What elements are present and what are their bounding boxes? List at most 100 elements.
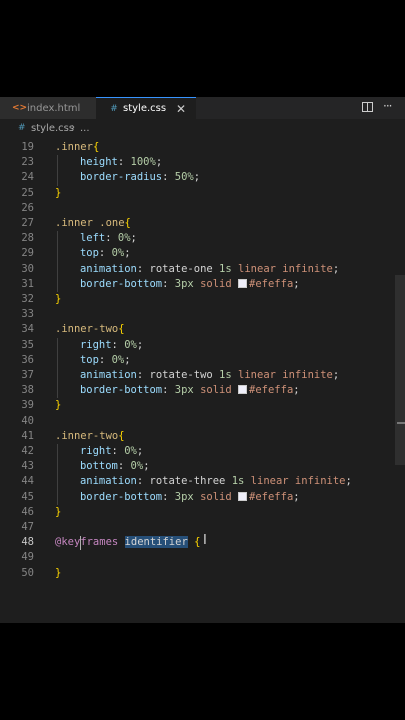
code-token: rotate-three <box>149 475 232 488</box>
code-line[interactable]: 46} <box>0 505 395 520</box>
code-token: 3px <box>174 490 194 503</box>
code-token: 1s <box>219 262 232 275</box>
tab-label: index.html <box>27 102 81 114</box>
scrollbar-thumb[interactable] <box>395 275 405 465</box>
code-line[interactable]: 30 animation: rotate-one 1s linear infini… <box>0 262 395 277</box>
code-token: : <box>162 384 175 397</box>
code-text: border-bottom: 3px solid #efeffa; <box>80 490 300 505</box>
code-line[interactable]: 27 .inner .one{ <box>0 216 395 231</box>
code-text: animation: rotate-one 1s linear infinite… <box>80 262 339 277</box>
indent-guide <box>57 231 58 292</box>
indent-guide <box>57 444 58 505</box>
code-line[interactable]: 47 <box>0 520 395 535</box>
code-token: .inner .one <box>55 217 125 229</box>
line-number: 19 <box>21 141 34 153</box>
color-swatch[interactable] <box>238 278 248 288</box>
code-text: .inner{ <box>55 140 99 155</box>
code-line[interactable]: 23 height: 100%; <box>0 155 395 170</box>
code-token: right <box>79 445 112 457</box>
code-line[interactable]: 48 @keyframes identifier { <box>0 535 395 550</box>
text-cursor <box>80 536 81 551</box>
code-token: } <box>55 505 62 518</box>
code-line[interactable]: 33 <box>0 307 395 322</box>
code-token: : <box>111 338 125 351</box>
line-number: 45 <box>21 490 34 503</box>
line-number: 25 <box>21 186 34 199</box>
code-token: 1s <box>219 369 232 381</box>
line-number: 23 <box>21 156 34 169</box>
code-line[interactable]: 44 animation: rotate-three 1s linear infi… <box>0 474 395 489</box>
indent-guide <box>57 155 58 186</box>
code-line[interactable]: 45 border-bottom: 3px solid #efeffa; <box>0 490 395 505</box>
code-token: : <box>162 490 175 503</box>
code-token: ; <box>293 277 300 290</box>
tab-style-css[interactable]: # style.css ✕ <box>96 97 196 119</box>
code-editor: <> index.html # style.css ✕ ··· # style.… <box>0 97 405 623</box>
line-number: 39 <box>21 399 34 412</box>
line-number: 30 <box>21 262 34 275</box>
code-token: rotate-two <box>149 369 220 381</box>
code-line[interactable]: 37 animation: rotate-two 1s linear infini… <box>0 368 395 383</box>
css-file-icon: # <box>110 103 118 114</box>
code-line[interactable]: 38 border-bottom: 3px solid #efeffa; <box>0 383 395 398</box>
color-swatch[interactable] <box>238 491 248 501</box>
code-line[interactable]: 34 .inner-two{ <box>0 322 395 337</box>
code-token: solid <box>200 490 232 503</box>
more-actions-icon[interactable]: ··· <box>383 99 393 113</box>
line-number: 46 <box>21 505 34 518</box>
code-token: border-bottom <box>79 490 163 503</box>
code-line[interactable]: 49 <box>0 550 395 565</box>
tab-index-html[interactable]: <> index.html <box>0 97 96 119</box>
code-token: .inner <box>55 141 93 153</box>
code-line[interactable]: 41 .inner-two{ <box>0 429 395 444</box>
color-swatch[interactable] <box>238 385 248 395</box>
code-token: { <box>124 217 131 229</box>
code-token: } <box>55 399 62 412</box>
line-number: 36 <box>21 353 34 366</box>
code-line[interactable]: 36 top: 0%; <box>0 353 395 368</box>
code-token: ; <box>130 232 137 245</box>
breadcrumb: # style.css › ... <box>0 120 405 138</box>
code-line[interactable]: 42 right: 0%; <box>0 444 395 459</box>
code-token: : <box>117 460 131 473</box>
code-line[interactable]: 40 <box>0 414 395 429</box>
code-token: ; <box>293 490 300 503</box>
code-token: ; <box>332 369 340 381</box>
code-token: } <box>55 566 62 579</box>
code-text: } <box>55 398 61 413</box>
code-token: linear infinite <box>238 262 333 275</box>
breadcrumb-symbol[interactable]: ... <box>80 123 90 134</box>
code-token: animation <box>79 475 137 488</box>
code-token: ; <box>136 338 144 351</box>
code-token: { <box>118 429 125 442</box>
line-number: 28 <box>21 232 34 245</box>
code-text: } <box>55 505 61 520</box>
code-line[interactable]: 26 <box>0 201 395 216</box>
code-token: 3px <box>174 277 194 290</box>
code-line[interactable]: 50} <box>0 566 395 581</box>
code-line[interactable]: 28 left: 0%; <box>0 231 395 246</box>
code-area[interactable]: 19 .inner{23 height: 100%; 24 border-radius:… <box>0 140 395 623</box>
code-text: border-bottom: 3px solid #efeffa; <box>80 277 300 292</box>
code-token: 0% <box>111 247 125 260</box>
code-line[interactable]: 39} <box>0 398 395 413</box>
code-line[interactable]: 31 border-bottom: 3px solid #efeffa; <box>0 277 395 292</box>
code-token: 0% <box>117 232 131 245</box>
code-line[interactable]: 32} <box>0 292 395 307</box>
code-line[interactable]: 19 .inner{ <box>0 140 395 155</box>
code-line[interactable]: 25} <box>0 186 395 201</box>
code-token: linear infinite <box>238 369 333 381</box>
code-text: .inner-two{ <box>55 322 125 337</box>
code-line[interactable]: 24 border-radius: 50%; <box>0 170 395 185</box>
code-line[interactable]: 29 top: 0%; <box>0 246 395 261</box>
code-text: border-radius: 50%; <box>80 170 200 185</box>
line-number: 31 <box>21 277 34 290</box>
split-editor-icon[interactable] <box>362 102 373 112</box>
breadcrumb-file[interactable]: style.css <box>31 123 74 134</box>
code-line[interactable]: 43 bottom: 0%; <box>0 459 395 474</box>
code-line[interactable]: 35 right: 0%; <box>0 338 395 353</box>
close-icon[interactable]: ✕ <box>176 102 186 116</box>
code-token: linear infinite <box>250 475 346 488</box>
code-token: 0% <box>124 338 137 351</box>
